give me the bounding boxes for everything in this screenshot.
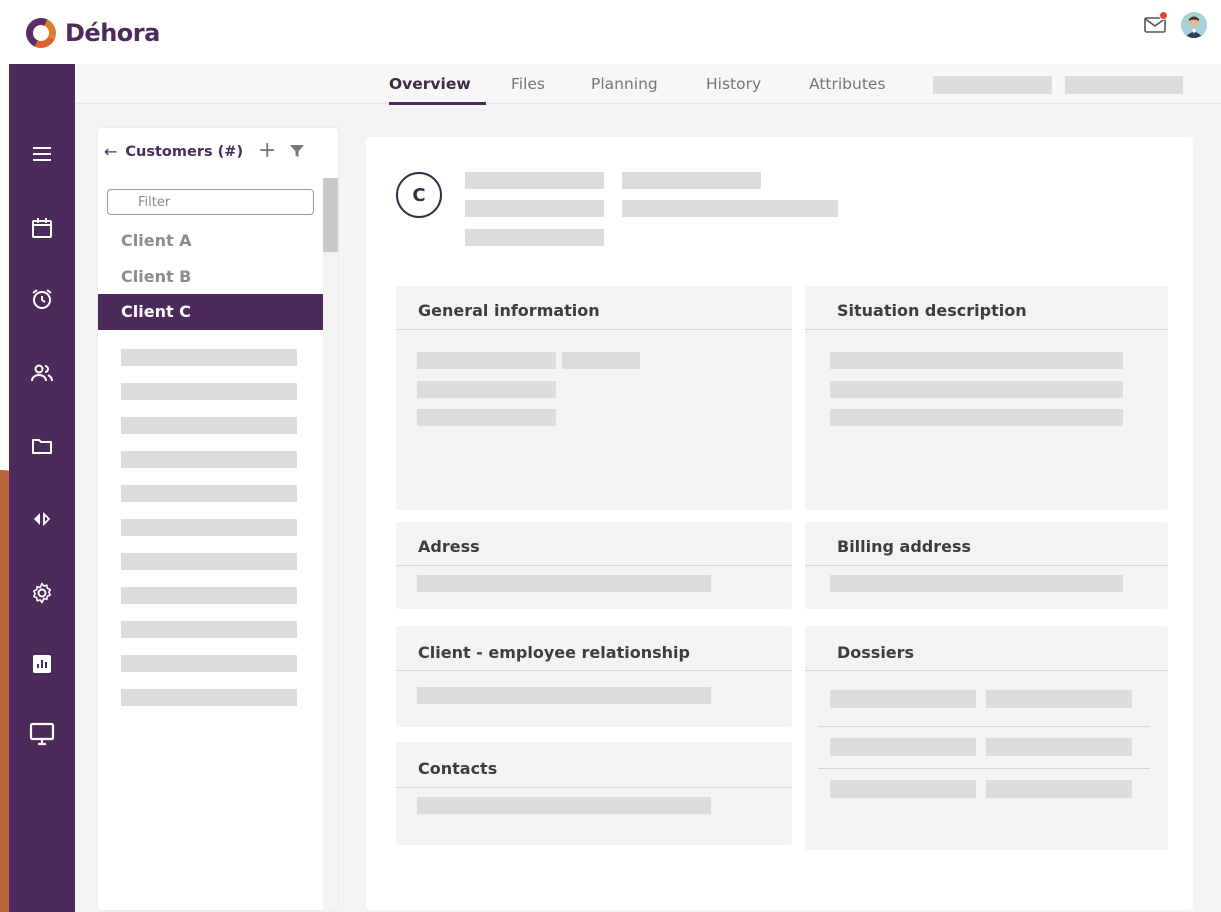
dossier-placeholder[interactable]: [830, 690, 976, 708]
header-placeholder: [465, 229, 604, 246]
divider: [818, 726, 1150, 727]
users-icon[interactable]: [9, 355, 75, 391]
customer-item-placeholder[interactable]: [121, 451, 297, 468]
customer-item-placeholder[interactable]: [121, 689, 297, 706]
tab-planning[interactable]: Planning: [591, 75, 658, 93]
divider: [396, 670, 792, 671]
notification-badge: [1159, 11, 1168, 20]
customer-item-placeholder[interactable]: [121, 485, 297, 502]
app-name: Déhora: [65, 19, 160, 47]
card-title: Adress: [418, 537, 480, 556]
tab-history[interactable]: History: [706, 75, 761, 93]
app-logo[interactable]: Déhora: [21, 13, 160, 53]
customer-item-client-c[interactable]: Client C: [98, 294, 323, 330]
dossier-placeholder[interactable]: [830, 780, 976, 798]
customer-item-placeholder[interactable]: [121, 349, 297, 366]
dossier-placeholder[interactable]: [830, 738, 976, 756]
header-placeholder: [622, 172, 761, 189]
calendar-icon[interactable]: [9, 210, 75, 246]
customer-list-title: Customers (#): [125, 143, 244, 160]
top-bar: Déhora: [0, 0, 1221, 64]
dossier-placeholder[interactable]: [986, 780, 1132, 798]
list-scrollbar-thumb[interactable]: [323, 178, 338, 252]
field-placeholder: [417, 687, 711, 704]
address-card: Adress: [396, 522, 792, 609]
customer-item-placeholder[interactable]: [121, 553, 297, 570]
card-title: Dossiers: [837, 643, 915, 662]
monitor-icon[interactable]: [9, 716, 75, 752]
divider: [805, 565, 1168, 566]
tab-files[interactable]: Files: [511, 75, 545, 93]
alarm-clock-icon[interactable]: [9, 281, 75, 317]
customer-item-placeholder[interactable]: [121, 621, 297, 638]
settings-icon[interactable]: [9, 575, 75, 611]
logo-ring-icon: [21, 13, 61, 53]
folder-icon[interactable]: [9, 428, 75, 464]
add-customer-button[interactable]: +: [258, 138, 276, 164]
field-placeholder: [830, 352, 1123, 369]
list-scrollbar-track[interactable]: [323, 178, 338, 910]
filter-icon[interactable]: [289, 143, 305, 163]
customer-item-placeholder[interactable]: [121, 383, 297, 400]
divider: [805, 670, 1168, 671]
header-placeholder: [465, 172, 604, 189]
card-title: Billing address: [837, 537, 972, 556]
general-information-card: General information: [396, 286, 792, 510]
divider: [818, 768, 1150, 769]
header-placeholder: [622, 200, 838, 217]
field-placeholder: [830, 575, 1123, 592]
client-avatar: C: [396, 172, 442, 218]
customer-list-panel: ← Customers (#) + Client A Client B Clie…: [98, 128, 338, 910]
customer-detail-panel: C General information Situation descript…: [366, 137, 1193, 910]
code-arrows-icon[interactable]: [9, 501, 75, 537]
back-arrow-icon[interactable]: ←: [104, 142, 117, 161]
divider: [396, 329, 792, 330]
customer-item-placeholder[interactable]: [121, 587, 297, 604]
card-title: Situation description: [837, 301, 1027, 320]
mail-icon[interactable]: [1143, 11, 1168, 37]
header-placeholder: [465, 200, 604, 217]
tab-placeholder[interactable]: [1065, 76, 1183, 94]
client-employee-relationship-card: Client - employee relationship: [396, 626, 792, 727]
card-title: General information: [418, 301, 600, 320]
contacts-card: Contacts: [396, 742, 792, 845]
field-placeholder: [417, 381, 556, 398]
dossier-placeholder[interactable]: [986, 738, 1132, 756]
sidebar-nav: [9, 64, 75, 912]
customer-item-client-b[interactable]: Client B: [98, 259, 323, 295]
dossiers-card: Dossiers: [805, 626, 1168, 850]
field-placeholder: [830, 409, 1123, 426]
tab-bar: Overview Files Planning History Attribut…: [75, 64, 1221, 105]
field-placeholder: [830, 381, 1123, 398]
billing-address-card: Billing address: [805, 522, 1168, 609]
card-title: Contacts: [418, 759, 498, 778]
situation-description-card: Situation description: [805, 286, 1168, 510]
divider: [805, 329, 1168, 330]
tab-attributes[interactable]: Attributes: [809, 75, 886, 93]
field-placeholder: [562, 352, 640, 369]
tab-placeholder[interactable]: [933, 76, 1052, 94]
active-tab-indicator: [389, 102, 486, 105]
field-placeholder: [417, 797, 711, 814]
divider: [396, 565, 792, 566]
chart-icon[interactable]: [9, 646, 75, 682]
customer-list-header: ← Customers (#): [104, 142, 243, 161]
customer-item-placeholder[interactable]: [121, 655, 297, 672]
menu-icon[interactable]: [9, 136, 75, 172]
field-placeholder: [417, 409, 556, 426]
tab-overview[interactable]: Overview: [389, 75, 471, 93]
dossier-placeholder[interactable]: [986, 690, 1132, 708]
customer-item-placeholder[interactable]: [121, 417, 297, 434]
card-title: Client - employee relationship: [418, 643, 690, 662]
user-avatar[interactable]: [1181, 12, 1207, 38]
customer-item-placeholder[interactable]: [121, 519, 297, 536]
customer-item-client-a[interactable]: Client A: [98, 223, 323, 259]
field-placeholder: [417, 352, 556, 369]
divider: [396, 787, 792, 788]
filter-input[interactable]: [107, 189, 314, 215]
field-placeholder: [417, 575, 711, 592]
